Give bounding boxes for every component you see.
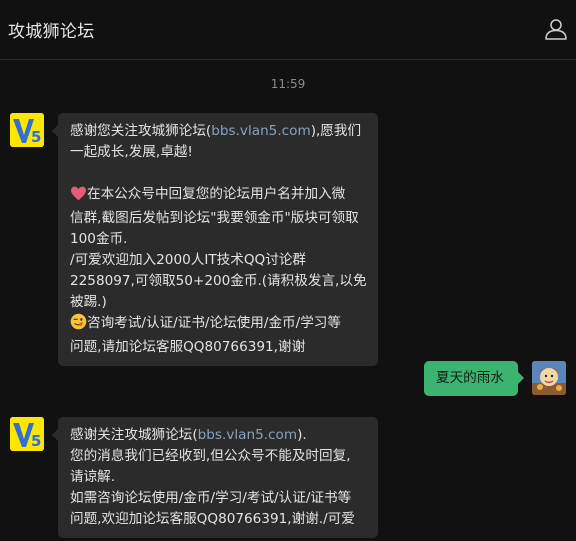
message-line: 问题,欢迎加论坛客服QQ80766391,谢谢./可爱 xyxy=(70,511,355,527)
chat-window: 攻城狮论坛 11:59 5 感谢您关注攻城狮论坛(bbs.vlan5.com),… xyxy=(0,0,576,541)
message-text: 夏天的雨水 xyxy=(436,370,504,386)
message-line: 感谢您关注攻城狮论坛(bbs.vlan5.com),愿我们 xyxy=(70,123,362,139)
message-bubble-welcome[interactable]: 感谢您关注攻城狮论坛(bbs.vlan5.com),愿我们 一起成长,发展,卓越… xyxy=(52,113,378,366)
chat-title: 攻城狮论坛 xyxy=(8,22,95,42)
message-line: /可爱欢迎加入2000人IT技术QQ讨论群 xyxy=(70,252,307,268)
chat-header: 攻城狮论坛 xyxy=(0,0,576,60)
forum-link[interactable]: bbs.vlan5.com xyxy=(211,123,310,139)
message-line: 请谅解. xyxy=(70,469,116,485)
v5-logo-avatar[interactable]: 5 xyxy=(10,113,44,147)
heart-icon xyxy=(70,186,87,208)
message-line: 问题,请加论坛客服QQ80766391,谢谢 xyxy=(70,339,306,355)
message-line: 感谢关注攻城狮论坛(bbs.vlan5.com). xyxy=(70,427,307,443)
message-line: 一起成长,发展,卓越! xyxy=(70,144,193,160)
message-line: 信群,截图后发帖到论坛"我要领金币"版块可领取 xyxy=(70,210,359,226)
message-line: 100金币. xyxy=(70,231,128,247)
message-timestamp: 11:59 xyxy=(270,77,306,91)
message-line: 2258097,可领取50+200金币.(请积极发言,以免 xyxy=(70,273,367,289)
forum-link[interactable]: bbs.vlan5.com xyxy=(198,427,297,443)
user-profile-icon[interactable] xyxy=(544,17,568,41)
message-bubble-user[interactable]: 夏天的雨水 xyxy=(424,361,524,396)
message-line: 咨询考试/认证/证书/论坛使用/金币/学习等 xyxy=(70,313,366,337)
message-bubble-auto-reply[interactable]: 感谢关注攻城狮论坛(bbs.vlan5.com). 您的消息我们已经收到,但公众… xyxy=(52,417,378,538)
svg-text:5: 5 xyxy=(31,128,41,146)
message-line: 在本公众号中回复您的论坛用户名并加入微 xyxy=(70,184,366,208)
user-avatar[interactable] xyxy=(532,361,566,395)
wink-face-icon xyxy=(70,313,87,337)
svg-text:5: 5 xyxy=(31,432,41,450)
v5-logo-avatar[interactable]: 5 xyxy=(10,417,44,451)
message-line: 被踢.) xyxy=(70,294,107,310)
message-line: 如需咨询论坛使用/金币/学习/考试/认证/证书等 xyxy=(70,490,352,506)
message-line: 您的消息我们已经收到,但公众号不能及时回复, xyxy=(70,448,351,464)
